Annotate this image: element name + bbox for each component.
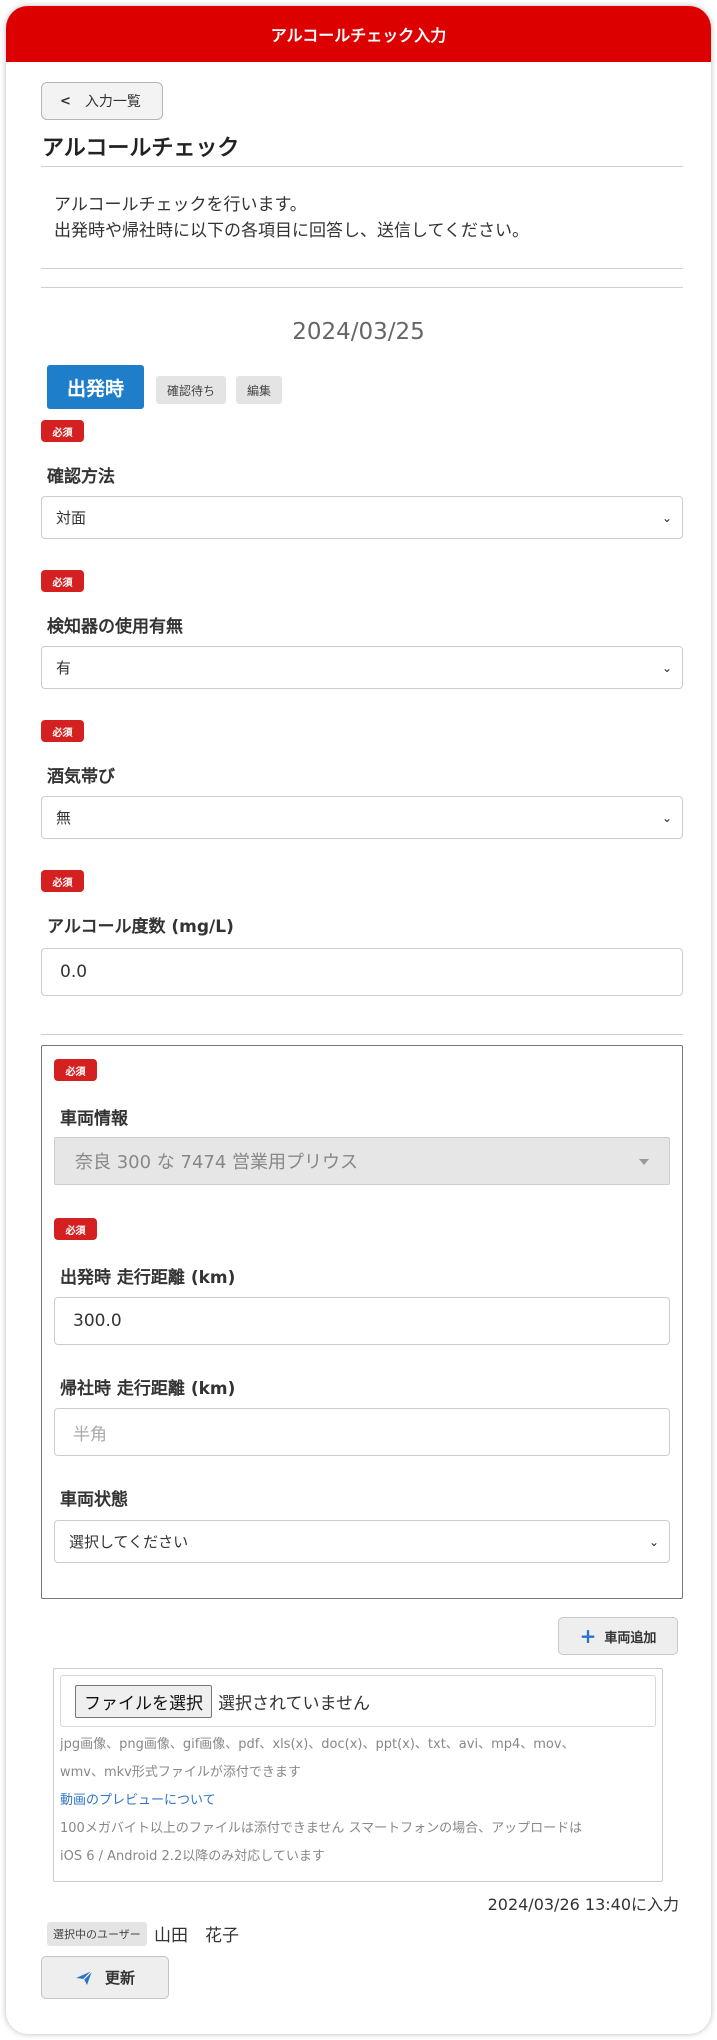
alcohol-input-value: 0.0 bbox=[60, 962, 88, 982]
method-label: 確認方法 bbox=[47, 467, 115, 487]
depart-distance-input[interactable]: 300.0 bbox=[54, 1297, 670, 1345]
vehicle-info-select: 奈良 300 な 7474 営業用プリウス bbox=[54, 1137, 670, 1185]
divider bbox=[41, 1034, 683, 1035]
update-button[interactable]: 更新 bbox=[41, 1956, 169, 1999]
video-preview-link[interactable]: 動画のプレビューについて bbox=[60, 1787, 660, 1815]
file-upload-section: ファイルを選択 選択されていません jpg画像、png画像、gif画像、pdf、… bbox=[53, 1668, 663, 1882]
back-button-label: 入力一覧 bbox=[84, 94, 141, 110]
vehicle-condition-value: 選択してください bbox=[69, 1533, 189, 1551]
required-badge: 必須 bbox=[41, 870, 84, 892]
required-badge: 必須 bbox=[41, 570, 84, 592]
chevron-down-icon: ⌄ bbox=[661, 810, 672, 825]
header-title: アルコールチェック入力 bbox=[270, 26, 447, 45]
upload-note-4: iOS 6 / Android 2.2以降のみ対応しています bbox=[60, 1849, 325, 1864]
record-date: 2024/03/25 bbox=[292, 319, 425, 345]
drunk-label: 酒気帯び bbox=[47, 767, 115, 787]
chevron-left-icon: < bbox=[60, 93, 71, 109]
intro-line-2: 出発時や帰社時に以下の各項目に回答し、送信してください。 bbox=[54, 221, 529, 241]
chevron-down-icon: ⌄ bbox=[661, 660, 672, 675]
required-badge: 必須 bbox=[54, 1218, 97, 1240]
add-vehicle-label: 車両追加 bbox=[604, 1630, 657, 1646]
alcohol-label: アルコール度数 (mg/L) bbox=[47, 917, 234, 937]
detector-label: 検知器の使用有無 bbox=[47, 617, 183, 637]
choose-file-button[interactable]: ファイルを選択 bbox=[75, 1684, 212, 1718]
intro-text: アルコールチェックを行います。 出発時や帰社時に以下の各項目に回答し、送信してく… bbox=[54, 192, 529, 244]
file-status: 選択されていません bbox=[218, 1693, 370, 1714]
intro-line-1: アルコールチェックを行います。 bbox=[54, 195, 307, 215]
file-input[interactable]: ファイルを選択 選択されていません bbox=[60, 1675, 656, 1727]
plus-icon: + bbox=[579, 1624, 597, 1648]
upload-note-1: jpg画像、png画像、gif画像、pdf、xls(x)、doc(x)、ppt(… bbox=[60, 1737, 575, 1752]
page-title: アルコールチェック bbox=[42, 136, 240, 161]
method-select-value: 対面 bbox=[56, 509, 87, 527]
send-icon bbox=[75, 1970, 93, 1985]
selected-user-name: 山田 花子 bbox=[154, 1926, 239, 1946]
vehicle-info-value: 奈良 300 な 7474 営業用プリウス bbox=[75, 1152, 359, 1173]
edit-badge[interactable]: 編集 bbox=[236, 376, 282, 404]
divider bbox=[41, 268, 683, 269]
vehicle-condition-select[interactable]: 選択してください ⌄ bbox=[54, 1520, 670, 1563]
app-header: アルコールチェック入力 bbox=[6, 6, 711, 62]
depart-type-badge: 出発時 bbox=[47, 365, 144, 409]
divider bbox=[41, 166, 683, 167]
entered-timestamp: 2024/03/26 13:40に入力 bbox=[487, 1895, 679, 1914]
return-distance-input[interactable]: 半角 bbox=[54, 1408, 670, 1456]
back-to-list-button[interactable]: < 入力一覧 bbox=[41, 82, 163, 120]
depart-distance-label: 出発時 走行距離 (km) bbox=[60, 1268, 236, 1288]
detector-select[interactable]: 有 ⌄ bbox=[41, 646, 683, 689]
return-distance-label: 帰社時 走行距離 (km) bbox=[60, 1379, 236, 1399]
chevron-down-icon: ⌄ bbox=[661, 510, 672, 525]
required-badge: 必須 bbox=[41, 420, 84, 442]
vehicle-section: 必須 車両情報 奈良 300 な 7474 営業用プリウス 必須 出発時 走行距… bbox=[41, 1045, 683, 1599]
add-vehicle-button[interactable]: + 車両追加 bbox=[558, 1617, 678, 1655]
required-badge: 必須 bbox=[41, 720, 84, 742]
app-frame: アルコールチェック入力 < 入力一覧 アルコールチェック アルコールチェックを行… bbox=[6, 6, 711, 2034]
chevron-down-icon: ⌄ bbox=[648, 1534, 659, 1549]
vehicle-condition-label: 車両状態 bbox=[60, 1490, 128, 1510]
depart-distance-value: 300.0 bbox=[73, 1311, 122, 1331]
required-badge: 必須 bbox=[54, 1059, 97, 1081]
vehicle-info-label: 車両情報 bbox=[60, 1109, 128, 1129]
upload-note-2: wmv、mkv形式ファイルが添付できます bbox=[60, 1765, 301, 1780]
caret-down-icon bbox=[639, 1159, 649, 1165]
upload-note-3: 100メガバイト以上のファイルは添付できません スマートフォンの場合、アップロー… bbox=[60, 1821, 583, 1836]
update-label: 更新 bbox=[104, 1969, 135, 1987]
selected-user-tag: 選択中のユーザー bbox=[47, 1922, 147, 1946]
return-distance-placeholder: 半角 bbox=[73, 1424, 107, 1445]
divider bbox=[41, 287, 683, 288]
method-select[interactable]: 対面 ⌄ bbox=[41, 496, 683, 539]
drunk-select[interactable]: 無 ⌄ bbox=[41, 796, 683, 839]
drunk-select-value: 無 bbox=[56, 809, 72, 827]
status-badge: 確認待ち bbox=[156, 376, 226, 404]
upload-notes: jpg画像、png画像、gif画像、pdf、xls(x)、doc(x)、ppt(… bbox=[60, 1731, 660, 1871]
detector-select-value: 有 bbox=[56, 659, 72, 677]
alcohol-input[interactable]: 0.0 bbox=[41, 948, 683, 996]
